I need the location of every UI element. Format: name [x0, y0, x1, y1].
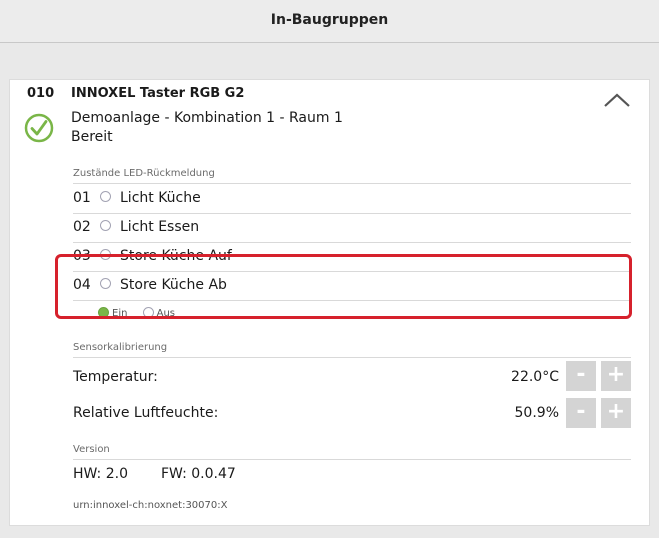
device-name: INNOXEL Taster RGB G2 [71, 86, 245, 101]
hardware-version: HW: 2.0 [73, 466, 128, 482]
temperature-value: 22.0°C [511, 369, 559, 385]
sensor-calibration-highlight [55, 254, 632, 319]
device-number: 010 [27, 86, 55, 101]
temperature-increase-button[interactable]: + [601, 361, 631, 391]
led-section-label: Zustände LED-Rückmeldung [73, 168, 215, 179]
led-state-radio[interactable] [100, 220, 111, 231]
humidity-increase-button[interactable]: + [601, 398, 631, 428]
chevron-up-icon[interactable] [603, 92, 631, 108]
divider [73, 357, 631, 358]
humidity-label: Relative Luftfeuchte: [73, 405, 219, 421]
led-state-label: Licht Essen [120, 219, 200, 235]
page-title: In-Baugruppen [270, 12, 389, 28]
temperature-decrease-button[interactable]: - [566, 361, 596, 391]
led-state-row[interactable]: 02 Licht Essen [73, 213, 631, 242]
firmware-version: FW: 0.0.47 [161, 466, 236, 482]
led-state-radio[interactable] [100, 191, 111, 202]
led-state-number: 02 [73, 219, 91, 235]
device-status: Bereit [71, 129, 113, 145]
device-urn: urn:innoxel-ch:noxnet:30070:X [73, 500, 228, 511]
led-state-label: Licht Küche [120, 190, 201, 206]
check-circle-icon [24, 113, 54, 143]
humidity-decrease-button[interactable]: - [566, 398, 596, 428]
version-section-label: Version [73, 444, 110, 455]
header-bar: In-Baugruppen [0, 0, 659, 43]
device-location: Demoanlage - Kombination 1 - Raum 1 [71, 110, 343, 126]
temperature-label: Temperatur: [73, 369, 158, 385]
led-state-number: 01 [73, 190, 91, 206]
calibration-section-label: Sensorkalibrierung [73, 342, 168, 353]
led-state-row[interactable]: 01 Licht Küche [73, 184, 631, 213]
humidity-value: 50.9% [514, 405, 559, 421]
divider [73, 459, 631, 460]
